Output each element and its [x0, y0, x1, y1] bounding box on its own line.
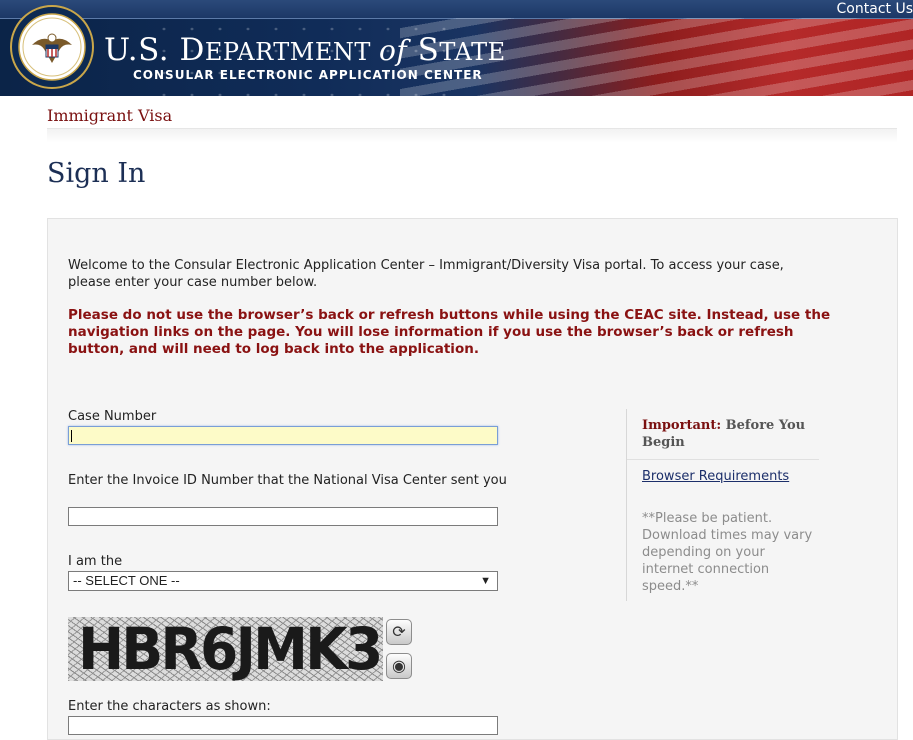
title-part: of [379, 34, 408, 67]
us-department-of-state-seal-icon [10, 5, 94, 89]
title-part: TATE [439, 38, 506, 66]
invoice-id-input[interactable] [68, 507, 498, 526]
department-title: U.S. DEPARTMENT of STATE [104, 32, 506, 70]
captcha-audio-button[interactable]: ◉ [386, 653, 412, 679]
captcha-image: HBR6JMK3 [68, 617, 383, 681]
navigation-warning: Please do not use the browser’s back or … [68, 307, 831, 357]
important-sidebar: Important: Before You Begin Browser Requ… [626, 409, 819, 601]
title-part: S [407, 32, 440, 68]
invoice-id-label: Enter the Invoice ID Number that the Nat… [68, 473, 507, 488]
patience-note: **Please be patient. Download times may … [642, 511, 813, 594]
welcome-text: Welcome to the Consular Electronic Appli… [68, 258, 784, 290]
page-title: Sign In [47, 158, 146, 189]
dropdown-arrow-icon: ▼ [480, 575, 491, 587]
sign-in-panel: Welcome to the Consular Electronic Appli… [47, 218, 898, 740]
captcha-input[interactable] [68, 716, 498, 735]
audio-icon: ◉ [392, 656, 406, 675]
application-label: Immigrant Visa [47, 106, 173, 125]
important-label: Important: [642, 418, 722, 433]
header-banner: Contact Us U.S. DEPARTMENT of STATE CONS… [0, 0, 913, 96]
role-label: I am the [68, 554, 123, 569]
captcha-characters: HBR6JMK3 [78, 617, 383, 681]
captcha-input-label: Enter the characters as shown: [68, 699, 271, 714]
role-selected-value: -- SELECT ONE -- [73, 573, 180, 588]
department-subtitle: CONSULAR ELECTRONIC APPLICATION CENTER [133, 68, 483, 82]
browser-requirements-link[interactable]: Browser Requirements [642, 469, 789, 484]
important-heading: Important: Before You Begin [642, 417, 812, 451]
refresh-icon: ⟳ [392, 622, 406, 641]
top-bar [0, 0, 913, 19]
case-number-label: Case Number [68, 409, 157, 424]
sidebar-divider [627, 459, 819, 460]
captcha-refresh-button[interactable]: ⟳ [386, 619, 412, 645]
text-caret [71, 430, 72, 442]
contact-us-link[interactable]: Contact Us [837, 0, 913, 18]
role-select[interactable]: -- SELECT ONE -- ▼ [68, 571, 498, 591]
application-label-divider [47, 128, 897, 143]
case-number-input[interactable] [68, 426, 498, 445]
title-part: U.S. D [104, 32, 205, 68]
title-part: EPARTMENT [204, 38, 380, 66]
